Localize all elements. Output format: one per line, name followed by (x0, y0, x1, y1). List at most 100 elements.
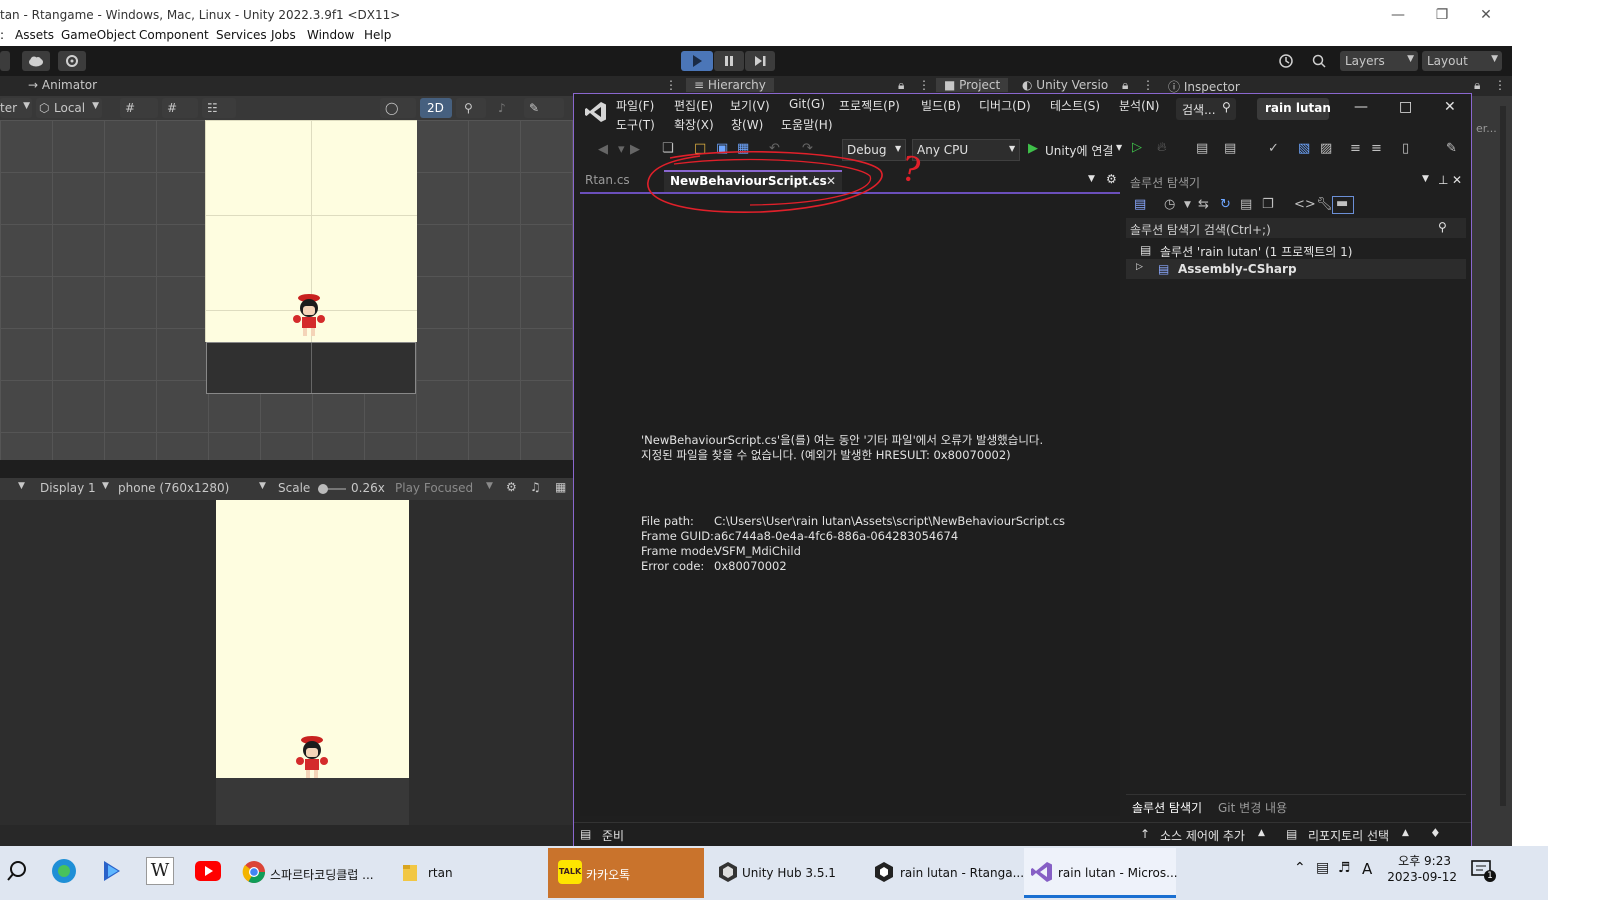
chevron-down-icon[interactable]: ▼ (18, 481, 25, 491)
history-icon[interactable]: ◷ (1164, 198, 1175, 212)
menu-gameobject[interactable]: GameObject (61, 28, 136, 42)
network-icon[interactable]: ▤ (1316, 860, 1329, 876)
close-button[interactable]: ✕ (1466, 4, 1506, 26)
menu-test[interactable]: 테스트(S) (1050, 97, 1100, 114)
taskbar-item-visual-studio[interactable]: rain lutan - Micros... (1024, 848, 1178, 898)
layout-dropdown[interactable]: Layout ▼ (1422, 51, 1502, 71)
menu-project[interactable]: 프로젝트(P) (839, 97, 900, 114)
menu-jobs[interactable]: Jobs (271, 28, 296, 42)
menu-analyze[interactable]: 분석(N) (1119, 97, 1159, 114)
code-icon[interactable]: <> (1294, 198, 1316, 212)
notification-center-button[interactable]: 1 (1470, 858, 1496, 882)
chevron-up-icon[interactable]: ⌃ (1294, 860, 1306, 876)
preview-icon[interactable]: ▬ (1332, 196, 1354, 214)
switch-view-icon[interactable]: ⇆ (1198, 198, 1209, 212)
chevron-right-icon[interactable]: ▷ (1136, 262, 1143, 272)
resolution-dropdown[interactable]: phone (760x1280) (118, 481, 229, 495)
youtube-icon[interactable] (194, 859, 222, 883)
kebab-icon[interactable]: ⋮ (665, 78, 677, 92)
menu-debug[interactable]: 디버그(D) (979, 97, 1031, 114)
comment-icon[interactable]: ▧ (1298, 142, 1310, 156)
menu-build[interactable]: 빌드(B) (921, 97, 961, 114)
chevron-down-icon[interactable]: ▼ (1088, 174, 1095, 184)
pin-icon[interactable]: ⊥ (1438, 173, 1448, 187)
pivot-dropdown[interactable]: ter ▼ (0, 98, 32, 118)
lock-icon[interactable]: 🔒︎ (898, 78, 904, 93)
layers-dropdown[interactable]: Layers ▼ (1340, 51, 1418, 71)
solution-node[interactable]: ▤ 솔루션 'rain lutan' (1 프로젝트의 1) (1126, 240, 1466, 260)
project-node[interactable]: ▷ ▤ Assembly-CSharp (1126, 259, 1466, 279)
menu-view[interactable]: 보기(V) (730, 97, 770, 114)
tab-git-changes[interactable]: Git 변경 내용 (1218, 799, 1287, 816)
copilot-icon[interactable] (98, 857, 126, 885)
menu-help[interactable]: Help (364, 28, 391, 42)
maximize-button[interactable]: ❐ (1422, 4, 1462, 26)
attach-unity-button[interactable]: ▶ Unity에 연결 ▼ (1028, 139, 1128, 161)
add-source-control-button[interactable]: 소스 제어에 추가 (1160, 827, 1245, 844)
back-icon[interactable]: ◀ (598, 143, 608, 157)
taskbar-item-unity-hub[interactable]: Unity Hub 3.5.1 (712, 848, 862, 898)
chevron-down-icon[interactable]: ▼ (1422, 174, 1429, 184)
taskbar-item-kakaotalk[interactable]: TALK 카카오톡 (548, 848, 704, 898)
vs-maximize-button[interactable]: □ (1399, 99, 1412, 115)
tab-project[interactable]: ■ Project (936, 78, 1009, 92)
gear-icon[interactable]: ⚙ (1106, 172, 1117, 186)
select-repository-button[interactable]: 리포지토리 선택 (1308, 827, 1389, 844)
menu-edit[interactable]: 편집(E) (674, 97, 713, 114)
bug-icon[interactable]: ⚙ (506, 480, 517, 494)
solution-name-badge[interactable]: rain lutan (1257, 98, 1331, 120)
kebab-icon[interactable]: ⋮ (1142, 78, 1154, 92)
speaker-icon[interactable]: ♫ (530, 480, 541, 494)
search-icon[interactable] (4, 858, 30, 884)
menu-git[interactable]: Git(G) (789, 97, 825, 111)
wikipedia-icon[interactable]: W (146, 857, 174, 885)
grid-snap-button[interactable]: # (120, 98, 158, 118)
stats-icon[interactable]: ▦ (555, 480, 566, 494)
menu-file[interactable]: 파일(F) (616, 97, 654, 114)
scale-slider[interactable] (318, 484, 346, 494)
menu-assets[interactable]: Assets (15, 28, 54, 42)
close-icon[interactable]: ✕ (1452, 173, 1462, 187)
uncomment-icon[interactable]: ▨ (1320, 142, 1332, 156)
audio-button[interactable]: ♪ (490, 98, 520, 118)
vs-minimize-button[interactable]: — (1354, 99, 1368, 115)
hot-reload-icon[interactable]: 🔥︎ (1157, 141, 1167, 155)
outdent-icon[interactable]: ≡ (1371, 142, 1382, 156)
copy-icon[interactable]: ❐ (1262, 198, 1274, 212)
vs-search-box[interactable]: 검색... ⚲ (1176, 98, 1236, 120)
search-button[interactable] (1306, 51, 1334, 71)
minimize-button[interactable]: — (1378, 4, 1418, 26)
notification-bell-icon[interactable]: ♦ (1430, 826, 1441, 840)
start-without-debug-icon[interactable]: ▷ (1132, 141, 1142, 155)
sync-icon[interactable]: ▤ (1134, 198, 1146, 212)
play-button[interactable] (681, 51, 713, 71)
solution-icon[interactable]: ▤ (1196, 142, 1208, 156)
tab-version-control[interactable]: ◐ Unity Versio (1022, 78, 1108, 92)
lock-icon[interactable]: 🔒︎ (1122, 78, 1128, 93)
taskbar-item-chrome[interactable]: 스파르타코딩클럽 ... (240, 848, 390, 898)
collapse-icon[interactable]: ▤ (1240, 198, 1252, 212)
step-button[interactable] (745, 51, 775, 71)
collab-button[interactable] (58, 51, 86, 71)
align-button[interactable]: ☷ (202, 98, 236, 118)
vs-editor-area[interactable]: 'NewBehaviourScript.cs'을(를) 여는 동안 '기타 파일… (580, 192, 1120, 816)
edge-icon[interactable] (50, 857, 78, 885)
menu-extensions[interactable]: 확장(X) (674, 116, 714, 133)
solution-explorer-search[interactable]: 솔루션 탐색기 검색(Ctrl+;) ⚲ (1126, 218, 1466, 238)
increment-snap-button[interactable]: # (162, 98, 198, 118)
scrollbar[interactable] (1500, 106, 1506, 806)
menu-help[interactable]: 도움말(H) (781, 116, 833, 133)
cloud-button[interactable] (22, 51, 50, 71)
layout-icon[interactable]: ▤ (1224, 142, 1236, 156)
lock-icon[interactable]: 🔒︎ (1474, 78, 1480, 93)
effects-dropdown[interactable]: ✎ (524, 98, 564, 118)
history-button[interactable] (1272, 51, 1300, 71)
local-dropdown[interactable]: ⬡ Local ▼ (36, 98, 102, 118)
refresh-icon[interactable]: ↻ (1220, 198, 1231, 212)
taskbar-item-explorer[interactable]: rtan (398, 848, 538, 898)
toggle-2d-button[interactable]: 2D (420, 98, 452, 118)
menu-component[interactable]: Component (139, 28, 209, 42)
tab-animator[interactable]: → Animator (28, 78, 97, 92)
spell-icon[interactable]: ✓ (1268, 142, 1279, 156)
tab-solution-explorer[interactable]: 솔루션 탐색기 (1132, 799, 1202, 816)
